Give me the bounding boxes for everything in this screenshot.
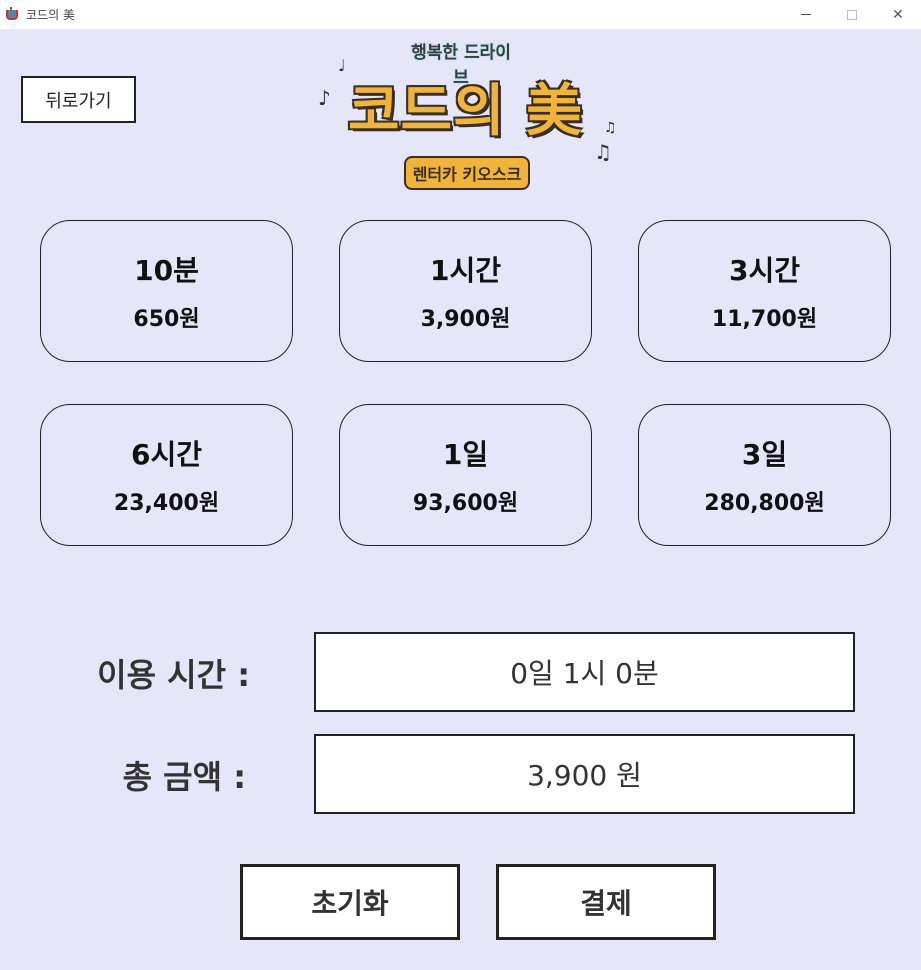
price-option-duration: 3일 [741,438,788,471]
music-note-icon: ♫ [594,140,612,164]
logo-pill: 렌터카 키오스크 [404,156,530,190]
window-title-bar: 코드의 美 ✕ [0,0,921,29]
price-option-duration: 3시간 [728,254,800,287]
minimize-icon [801,14,811,15]
minimize-button[interactable] [783,0,829,29]
total-amount-field: 3,900 원 [314,734,855,814]
price-option-price: 11,700원 [711,307,818,332]
maximize-button[interactable] [829,0,875,29]
price-option-duration: 6시간 [130,438,202,471]
price-option-price: 650원 [133,307,200,332]
price-option-1hour[interactable]: 1시간 3,900원 [339,220,592,362]
window-controls: ✕ [783,0,921,29]
price-option-price: 93,600원 [412,491,519,516]
logo: 행복한 드라이브 코드의 美 렌터카 키오스크 ♪ ♩ ♫ ♫ [310,36,630,196]
back-button[interactable]: 뒤로가기 [21,76,136,123]
price-option-6hours[interactable]: 6시간 23,400원 [40,404,293,546]
pay-button[interactable]: 결제 [496,864,716,940]
maximize-icon [847,9,857,20]
total-amount-label: 총 금액 : [122,758,246,796]
reset-button[interactable]: 초기화 [240,864,460,940]
usage-time-label: 이용 시간 : [97,656,250,694]
close-button[interactable]: ✕ [875,0,921,29]
price-option-price: 3,900원 [420,307,511,332]
price-option-price: 280,800원 [704,491,825,516]
price-option-duration: 1일 [442,438,489,471]
price-option-3hours[interactable]: 3시간 11,700원 [638,220,891,362]
java-cup-icon [4,6,20,23]
price-option-10min[interactable]: 10분 650원 [40,220,293,362]
music-note-icon: ♫ [604,120,617,136]
price-option-1day[interactable]: 1일 93,600원 [339,404,592,546]
usage-time-field: 0일 1시 0분 [314,632,855,712]
price-option-price: 23,400원 [113,491,220,516]
window-title: 코드의 美 [26,8,75,22]
price-option-duration: 1시간 [429,254,501,287]
music-note-icon: ♩ [338,56,346,75]
price-option-duration: 10분 [134,254,199,287]
logo-main-title: 코드의 美 [348,79,584,144]
music-note-icon: ♪ [318,86,331,110]
close-icon: ✕ [892,6,904,23]
price-option-3days[interactable]: 3일 280,800원 [638,404,891,546]
